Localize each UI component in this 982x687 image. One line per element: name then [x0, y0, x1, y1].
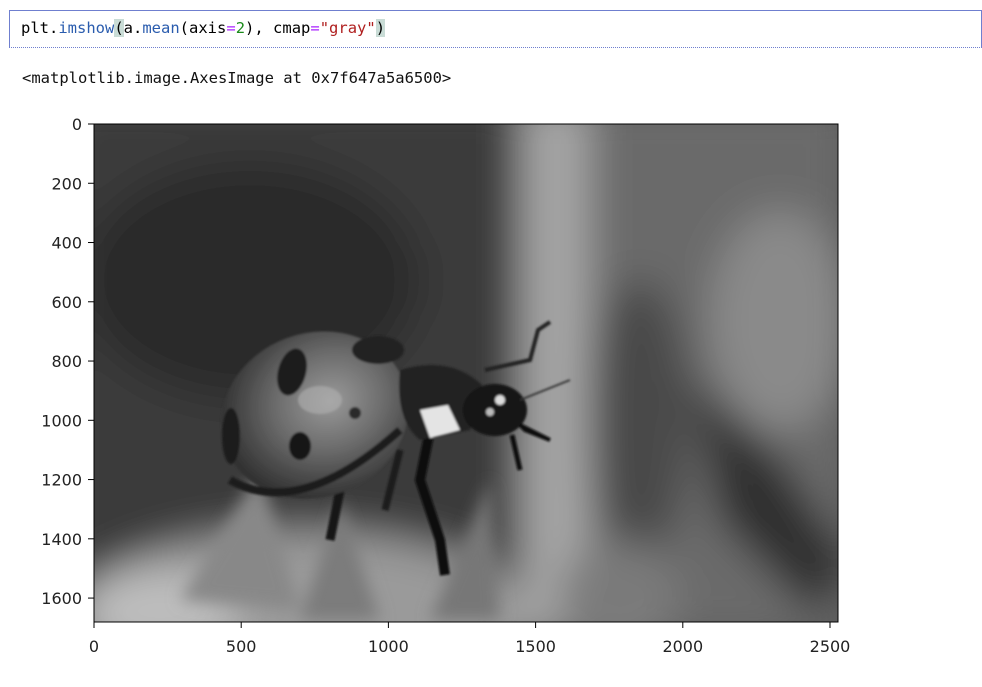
x-tick-label: 500	[226, 637, 257, 656]
y-tick-label: 800	[51, 352, 82, 371]
y-tick-label: 200	[51, 174, 82, 193]
x-tick-label: 1500	[515, 637, 556, 656]
x-tick-label: 2000	[662, 637, 703, 656]
y-tick-label: 1200	[41, 471, 82, 490]
y-tick-label: 400	[51, 234, 82, 253]
y-tick-label: 1600	[41, 589, 82, 608]
y-axis: 0 200 400 600 800 1000 1200 1400 1600	[41, 115, 94, 608]
x-axis: 0 500 1000 1500 2000 2500	[89, 622, 850, 656]
y-tick-label: 0	[72, 115, 82, 134]
plot-figure: 0 500 1000 1500 2000 2500 0 200 400 600 800 1000 12…	[41, 115, 850, 656]
y-tick-label: 1000	[41, 411, 82, 430]
y-tick-label: 1400	[41, 530, 82, 549]
y-tick-label: 600	[51, 293, 82, 312]
image-content	[94, 124, 838, 622]
x-tick-label: 0	[89, 637, 99, 656]
x-tick-label: 2500	[810, 637, 851, 656]
x-tick-label: 1000	[368, 637, 409, 656]
